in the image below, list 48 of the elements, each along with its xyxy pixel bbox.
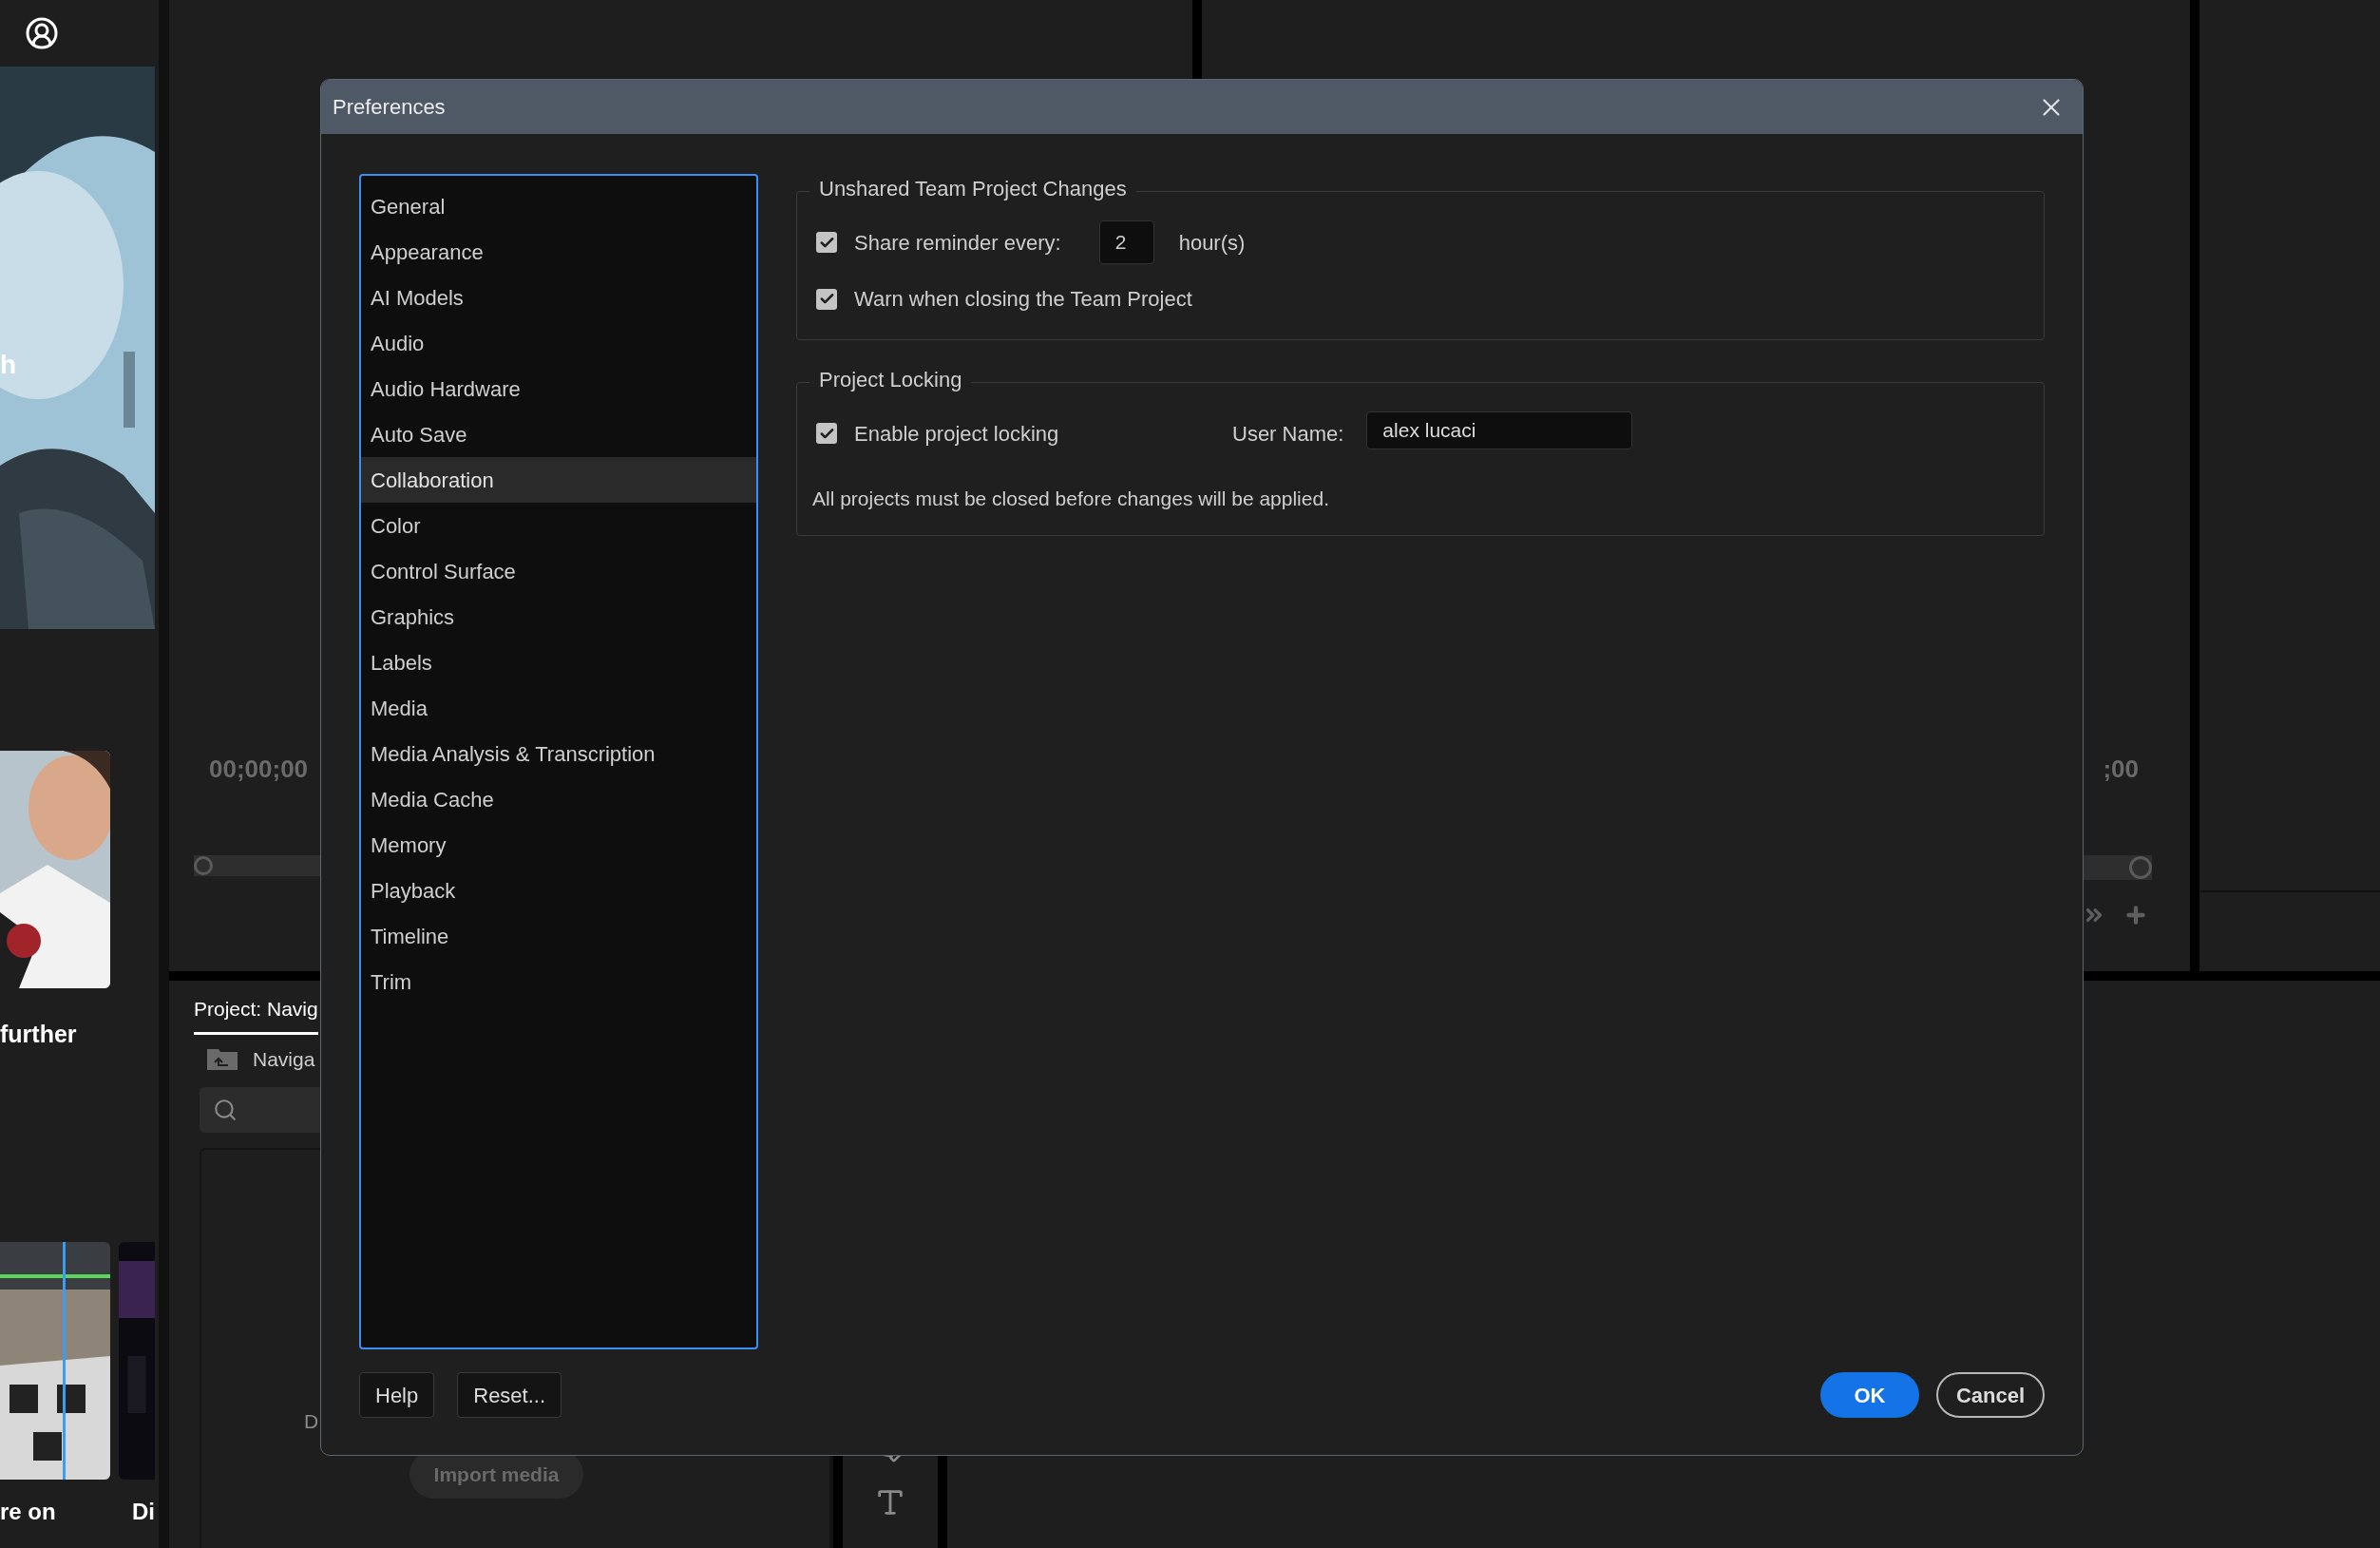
category-item[interactable]: Auto Save (361, 411, 756, 457)
category-item[interactable]: Appearance (361, 229, 756, 275)
profile-icon[interactable] (25, 16, 59, 50)
checkbox[interactable] (816, 232, 837, 253)
checkbox[interactable] (816, 288, 837, 310)
checkbox-label: Share reminder every: (854, 229, 1061, 257)
category-item[interactable]: Trim (361, 959, 756, 1004)
category-item[interactable]: Labels (361, 640, 756, 685)
panel-tab[interactable]: Project: Navig (194, 994, 318, 1035)
ok-button[interactable]: OK (1820, 1372, 1919, 1418)
hours-field[interactable]: 2 (1098, 220, 1154, 264)
category-item[interactable]: Control Surface (361, 548, 756, 594)
card-title: re on (0, 1500, 56, 1523)
category-item[interactable]: Audio (361, 320, 756, 366)
category-item[interactable]: Audio Hardware (361, 366, 756, 411)
category-item[interactable]: Media (361, 685, 756, 731)
info-text: All projects must be closed before changes will be applied. (812, 487, 1330, 511)
card-title: Di (132, 1500, 155, 1523)
category-item[interactable]: Graphics (361, 594, 756, 640)
timecode: ;00 (2103, 756, 2139, 781)
category-item[interactable]: Playback (361, 868, 756, 913)
category-item[interactable]: Timeline (361, 913, 756, 959)
search-icon (213, 1098, 238, 1122)
timecode: 00;00;00 (209, 756, 310, 781)
category-item[interactable]: AI Models (361, 275, 756, 320)
unit-label: hour(s) (1178, 229, 1246, 257)
field-label: User Name: (1232, 420, 1344, 448)
category-item[interactable]: Memory (361, 822, 756, 868)
card-title: further (0, 1022, 78, 1046)
cancel-button[interactable]: Cancel (1936, 1372, 2045, 1418)
bin-text: D (304, 1409, 319, 1434)
checkbox-label: Enable project locking (854, 420, 1060, 448)
dialog-button[interactable]: Reset... (457, 1372, 562, 1418)
user-name-field[interactable]: alex lucaci (1366, 411, 1633, 449)
playhead-handle[interactable] (2129, 856, 2152, 879)
dialog-button[interactable]: Help (359, 1372, 435, 1418)
category-item[interactable]: Media Cache (361, 776, 756, 822)
category-item[interactable]: Media Analysis & Transcription (361, 731, 756, 776)
folder-up-icon[interactable] (207, 1047, 238, 1071)
category-item[interactable]: General (361, 183, 756, 229)
checkbox[interactable] (816, 423, 837, 444)
playhead-handle[interactable] (194, 856, 213, 875)
dialog-title: Preferences (333, 94, 446, 121)
category-item[interactable]: Collaboration (361, 457, 756, 503)
folder-name: Naviga (253, 1046, 315, 1072)
category-item[interactable]: Color (361, 503, 756, 548)
add-icon[interactable] (2123, 903, 2148, 927)
checkbox-label: Warn when closing the Team Project (854, 286, 1192, 313)
